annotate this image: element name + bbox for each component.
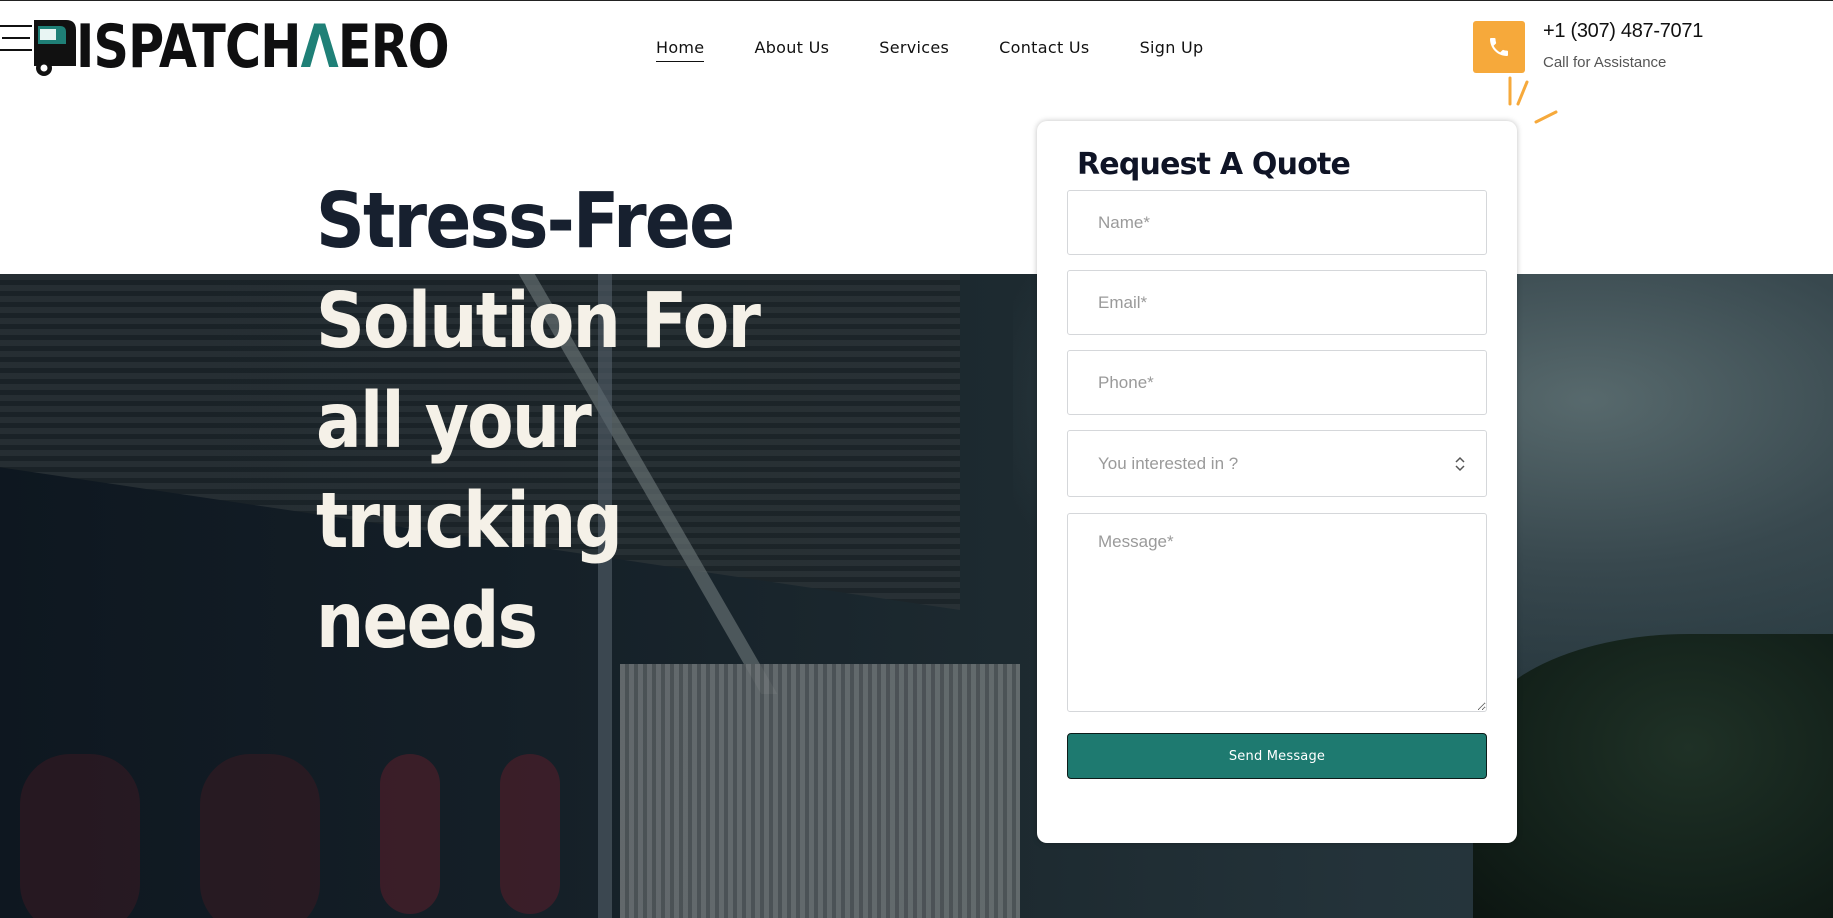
quote-form-card: Request A Quote You interested in ? Send… [1037, 121, 1517, 843]
nav-about-us[interactable]: About Us [754, 38, 829, 62]
ringing-rays-icon [1508, 76, 1558, 124]
truck-logo-icon [0, 16, 80, 78]
logo-wordmark: ISPATCHΛERO [76, 12, 450, 82]
nav-sign-up[interactable]: Sign Up [1140, 38, 1204, 62]
main-nav: Home About Us Services Contact Us Sign U… [656, 38, 1204, 62]
top-border [0, 0, 1833, 1]
message-textarea[interactable] [1067, 513, 1487, 712]
phone-icon [1490, 38, 1508, 56]
nav-services[interactable]: Services [879, 38, 949, 62]
interest-select[interactable]: You interested in ? [1067, 430, 1487, 497]
send-message-button[interactable]: Send Message [1067, 733, 1487, 779]
phone-input[interactable] [1067, 350, 1487, 415]
nav-home[interactable]: Home [656, 38, 705, 62]
hero-headline-rest: Solution For all your trucking needs [316, 277, 761, 666]
interest-select-value: You interested in ? [1098, 453, 1239, 473]
email-input[interactable] [1067, 270, 1487, 335]
phone-number[interactable]: +1 (307) 487-7071 [1543, 20, 1703, 43]
phone-subtitle: Call for Assistance [1543, 54, 1667, 71]
name-input[interactable] [1067, 190, 1487, 255]
phone-call-button[interactable] [1473, 21, 1525, 73]
site-logo[interactable]: ISPATCHΛERO [0, 16, 470, 78]
hero-background-image [0, 274, 1833, 918]
hero-headline-line1: Stress-Free [316, 177, 735, 266]
form-title: Request A Quote [1077, 147, 1351, 182]
select-arrows-icon [1455, 456, 1465, 472]
hero-headline: Stress-Free Solution For all your trucki… [316, 172, 862, 672]
nav-contact-us[interactable]: Contact Us [999, 38, 1089, 62]
